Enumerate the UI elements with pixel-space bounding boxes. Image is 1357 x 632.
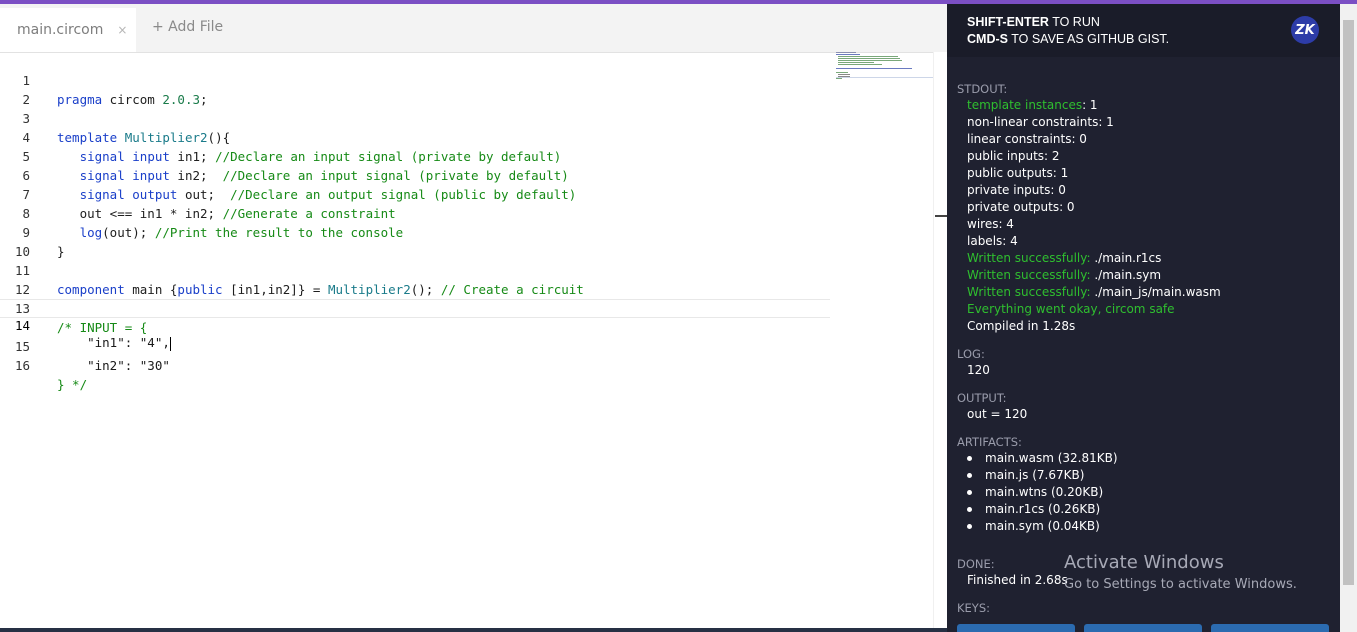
code-line: 16 } */ — [0, 337, 830, 392]
stdout-line: private outputs: 0 — [967, 200, 1075, 214]
code-text: "in2": "30" — [57, 358, 170, 373]
stdout-value: ./main.r1cs — [1090, 251, 1162, 265]
keys-label: KEYS: — [957, 601, 991, 615]
stdout-line: public outputs: 1 — [967, 166, 1069, 180]
output-value: out = 120 — [967, 407, 1028, 421]
code-line: 6 signal output out; //Declare an output… — [0, 147, 830, 202]
stdout-green-label: Written successfully: — [967, 285, 1091, 299]
key-button[interactable] — [1084, 624, 1202, 632]
editor-scrollbar[interactable] — [933, 52, 948, 632]
code-line: 9 } — [0, 204, 830, 259]
stdout-line: Written successfully: ./main.r1cs — [967, 251, 1161, 265]
run-hint: SHIFT-ENTER TO RUN — [967, 15, 1100, 29]
tab-label: main.circom — [17, 22, 104, 38]
zkrepl-logo[interactable]: ZK — [1291, 16, 1319, 44]
artifact-link[interactable]: main.r1cs (0.26KB) — [967, 502, 1100, 516]
tab-main-circom[interactable]: main.circom × — [0, 8, 136, 52]
stdout-green-label: Written successfully: — [967, 251, 1091, 265]
bullet-icon — [967, 524, 972, 529]
logo-text: ZK — [1295, 22, 1315, 38]
activate-windows-title: Activate Windows — [1064, 552, 1224, 573]
bottom-strip — [0, 628, 947, 632]
stdout-green-label: template instances — [967, 98, 1083, 112]
stdout-value: : 1 — [1082, 98, 1098, 112]
shortcut-key: CMD-S — [967, 32, 1008, 46]
code-line: 1 pragma circom 2.0.3; — [0, 52, 830, 107]
line-number: 16 — [14, 358, 30, 373]
code-line: 15 "in2": "30" — [0, 318, 830, 373]
stdout-line: Written successfully: ./main_js/main.was… — [967, 285, 1221, 299]
stdout-green-label: Written successfully: — [967, 268, 1091, 282]
bullet-icon — [967, 507, 972, 512]
artifact-link[interactable]: main.wtns (0.20KB) — [967, 485, 1103, 499]
stdout-value: ./main.sym — [1090, 268, 1162, 282]
output-label: OUTPUT: — [957, 391, 1007, 405]
stdout-line: wires: 4 — [967, 217, 1014, 231]
stdout-line: private inputs: 0 — [967, 183, 1066, 197]
code-editor[interactable]: 1 pragma circom 2.0.3; 2 3 template Mult… — [0, 52, 935, 632]
artifact-link[interactable]: main.sym (0.04KB) — [967, 519, 1100, 533]
code-line: 5 signal input in2; //Declare an input s… — [0, 128, 830, 183]
stdout-line: non-linear constraints: 1 — [967, 115, 1114, 129]
stdout-line: Compiled in 1.28s — [967, 319, 1076, 333]
editor-tab-bar: main.circom × + Add File — [0, 4, 947, 53]
save-hint: CMD-S TO SAVE AS GITHUB GIST. — [967, 32, 1169, 46]
output-scrollbar-thumb[interactable] — [1343, 20, 1354, 585]
code-line: 8 log(out); //Print the result to the co… — [0, 185, 830, 240]
code-line: 4 signal input in1; //Declare an input s… — [0, 109, 830, 164]
artifact-link[interactable]: main.js (7.67KB) — [967, 468, 1084, 482]
stdout-value: ./main_js/main.wasm — [1090, 285, 1221, 299]
activate-windows-subtitle: Go to Settings to activate Windows. — [1064, 577, 1297, 592]
bullet-icon — [967, 490, 972, 495]
stdout-line: linear constraints: 0 — [967, 132, 1087, 146]
code-line: 2 — [0, 71, 830, 107]
stdout-line: Written successfully: ./main.sym — [967, 268, 1161, 282]
scrollbar-cursor-marker — [935, 215, 947, 217]
code-line: 12 — [0, 261, 830, 297]
code-line: 3 template Multiplier2(){ — [0, 90, 830, 145]
stdout-line: template instances: 1 — [967, 98, 1098, 112]
key-button[interactable] — [1211, 624, 1329, 632]
code-line: 11 component main {public [in1,in2]} = M… — [0, 242, 830, 297]
done-label: DONE: — [957, 557, 995, 571]
artifact-name: main.js (7.67KB) — [985, 468, 1085, 482]
minimap-viewport-line — [836, 77, 934, 78]
hint-text: TO RUN — [1048, 15, 1100, 29]
code-line: 10 — [0, 223, 830, 259]
artifacts-label: ARTIFACTS: — [957, 435, 1022, 449]
bullet-icon — [967, 456, 972, 461]
stdout-success-line: Everything went okay, circom safe — [967, 302, 1175, 316]
bullet-icon — [967, 473, 972, 478]
close-tab-icon[interactable]: × — [117, 23, 127, 37]
done-value: Finished in 2.68s — [967, 573, 1068, 587]
code-comment: } */ — [57, 377, 88, 392]
artifact-link[interactable]: main.wasm (32.81KB) — [967, 451, 1118, 465]
output-header — [947, 4, 1340, 57]
hint-text: TO SAVE AS GITHUB GIST. — [1007, 32, 1170, 46]
stdout-line: public inputs: 2 — [967, 149, 1060, 163]
add-file-button[interactable]: + Add File — [152, 19, 223, 35]
artifact-name: main.r1cs (0.26KB) — [985, 502, 1101, 516]
log-label: LOG: — [957, 347, 985, 361]
artifact-name: main.wtns (0.20KB) — [985, 485, 1104, 499]
stdout-label: STDOUT: — [957, 82, 1008, 96]
artifact-name: main.wasm (32.81KB) — [985, 451, 1118, 465]
active-code-line: 14 "in1": "4", — [0, 299, 830, 351]
key-button[interactable] — [957, 624, 1075, 632]
code-line: 7 out <== in1 * in2; //Generate a constr… — [0, 166, 830, 221]
log-value: 120 — [967, 363, 990, 377]
shortcut-key: SHIFT-ENTER — [967, 15, 1049, 29]
stdout-line: labels: 4 — [967, 234, 1018, 248]
artifact-name: main.sym (0.04KB) — [985, 519, 1100, 533]
code-line: 13 /* INPUT = { — [0, 280, 830, 335]
